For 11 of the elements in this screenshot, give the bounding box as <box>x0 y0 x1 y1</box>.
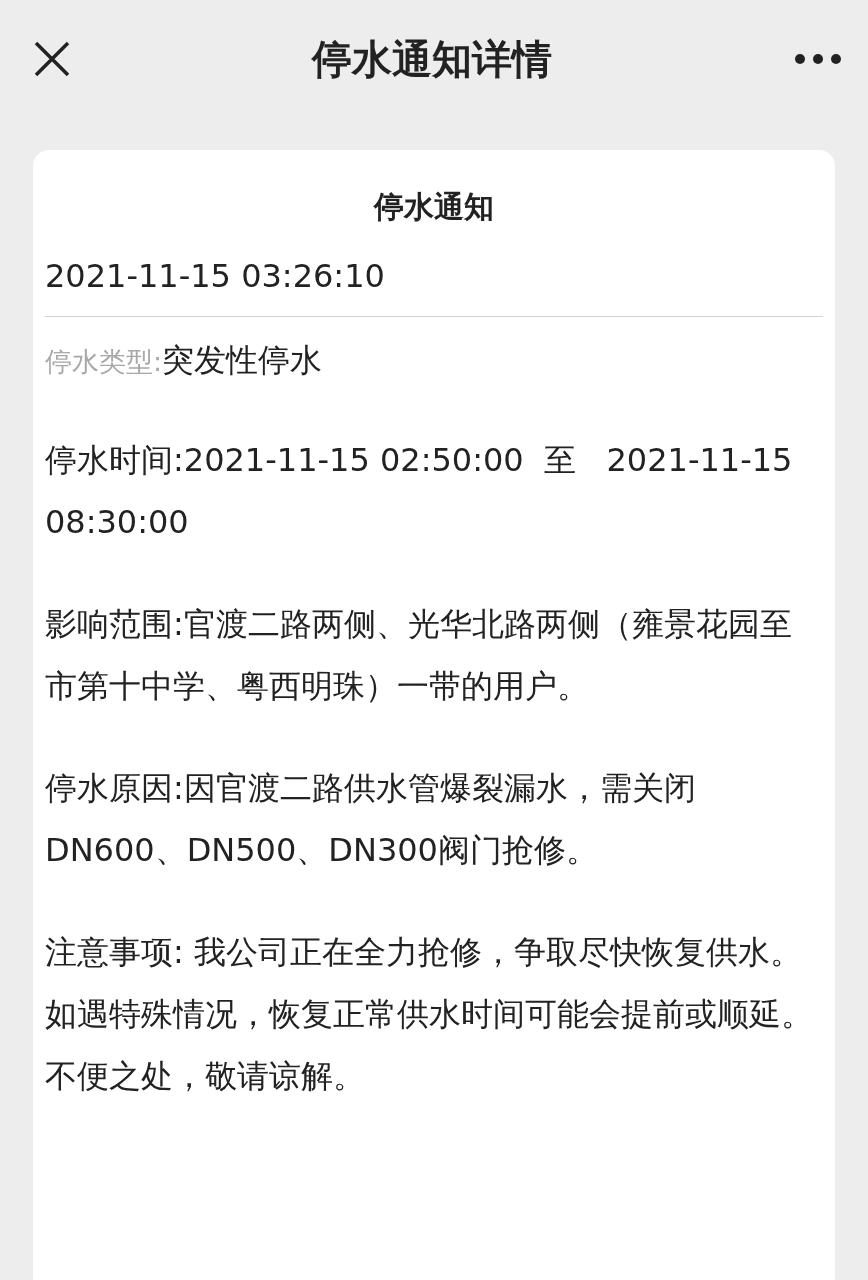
notice-paragraph: 停水时间:2021-11-15 02:50:00 至 2021-11-15 08:30:00 <box>45 440 794 543</box>
more-icon[interactable] <box>794 53 842 65</box>
field-label: 停水类型: <box>45 346 163 377</box>
notice-paragraph: 影响范围:官渡二路两侧、光华北路两侧（雍景花园至市第十中学、粤西明珠）一带的用户。 <box>45 604 793 707</box>
notice-paragraph: 注意事项: 我公司正在全力抢修，争取尽快恢复供水。如遇特殊情况，恢复正常供水时间可能会提前或顺延。不便之处，敬请谅解。 <box>45 932 814 1097</box>
page-title: 停水通知详情 <box>312 34 552 84</box>
notice-paragraph: 停水原因:因官渡二路供水管爆裂漏水，需关闭DN600、DN500、DN300阀门抢修。 <box>45 768 697 871</box>
field-value: 突发性停水 <box>162 341 323 379</box>
publish-time: 2021-11-15 03:26:10 <box>45 256 386 297</box>
notice-title: 停水通知 <box>372 188 495 226</box>
close-icon[interactable] <box>34 41 70 77</box>
